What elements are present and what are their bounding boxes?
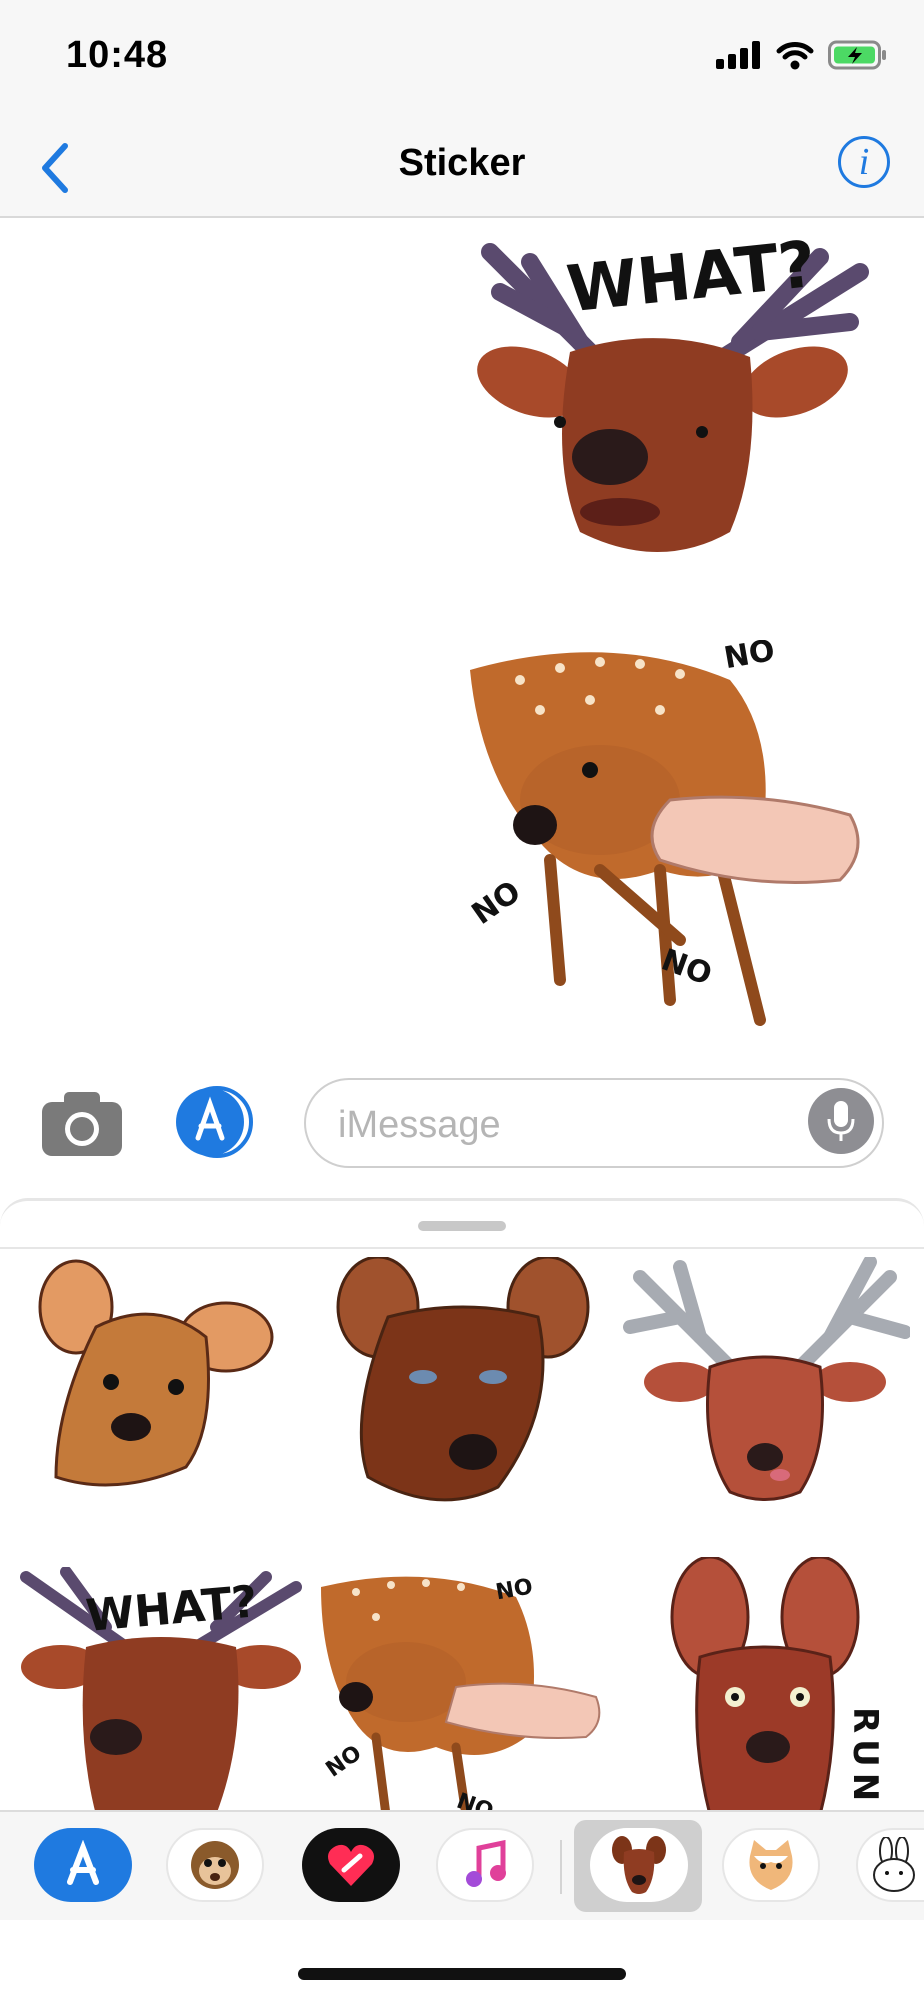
music-icon	[466, 1840, 506, 1887]
animoji-app-button[interactable]	[166, 1828, 264, 1902]
deer-sticker-app-button[interactable]	[590, 1828, 688, 1902]
signal-icon	[716, 41, 760, 69]
app-store-button[interactable]	[172, 1086, 262, 1158]
cat-sticker-app-button[interactable]	[722, 1828, 820, 1902]
app-store-app-button[interactable]	[34, 1828, 132, 1902]
sticker-run-deer[interactable]: RUN	[660, 1557, 900, 1815]
deer-eye	[582, 762, 598, 778]
grid-caption-what: WHAT?	[84, 1576, 259, 1642]
music-app-button[interactable]	[436, 1828, 534, 1902]
app-store-icon	[176, 1086, 253, 1158]
drawer-grabber[interactable]	[418, 1221, 506, 1231]
sticker-no-deer[interactable]: NO NO NO	[316, 1567, 606, 1815]
sent-sticker-what-deer[interactable]: WHAT?	[460, 232, 900, 612]
deer-nose	[513, 805, 557, 845]
status-time: 10:48	[66, 34, 169, 76]
sticker-fawn-face[interactable]	[36, 1257, 276, 1507]
deer-eye-right	[696, 426, 708, 438]
deer-sticker-app-icon	[612, 1836, 666, 1894]
sticker-caption-no-top: NO	[721, 640, 777, 676]
wifi-icon	[776, 42, 814, 70]
deer-muzzle	[572, 429, 648, 485]
grid-caption-no-top: NO	[494, 1574, 535, 1605]
microphone-icon	[827, 1101, 855, 1141]
status-bar: 10:48	[0, 0, 924, 120]
rabbit-sticker-app-button[interactable]	[856, 1828, 924, 1902]
status-icons	[716, 40, 888, 70]
digital-touch-app-button[interactable]	[302, 1828, 400, 1902]
drawer-divider	[0, 1247, 924, 1249]
grid-caption-run: RUN	[845, 1707, 885, 1807]
sticker-stag-tongue[interactable]	[620, 1257, 910, 1507]
app-strip	[0, 1810, 924, 1920]
digital-touch-icon	[328, 1844, 374, 1886]
home-indicator[interactable]	[298, 1968, 626, 1980]
sent-sticker-no-deer[interactable]: NO NO NO	[460, 640, 900, 1040]
grid-caption-no-left: NO	[322, 1741, 367, 1783]
info-button[interactable]: i	[838, 136, 890, 188]
app-store-icon	[67, 1840, 99, 1885]
app-strip-separator	[560, 1840, 562, 1894]
cat-sticker-app-icon	[749, 1840, 793, 1890]
message-input-field[interactable]	[304, 1078, 884, 1168]
camera-button[interactable]	[40, 1090, 124, 1158]
sticker-what-deer[interactable]: WHAT?	[16, 1567, 306, 1815]
sticker-serious-deer[interactable]	[328, 1257, 598, 1517]
sticker-caption-no-left: NO	[466, 874, 528, 932]
message-text-input[interactable]	[336, 1096, 800, 1154]
conversation-title[interactable]: Sticker	[0, 142, 924, 185]
microphone-button[interactable]	[808, 1088, 874, 1154]
rabbit-sticker-app-icon	[873, 1837, 915, 1892]
deer-eye-left	[554, 416, 566, 428]
sticker-drawer: WHAT? NO NO NO RUN	[0, 1198, 924, 1815]
camera-icon	[42, 1092, 122, 1156]
deer-legs	[544, 854, 766, 1026]
animoji-icon	[191, 1841, 239, 1889]
deer-mouth	[580, 498, 660, 526]
navigation-bar: Sticker i	[0, 120, 924, 218]
battery-icon	[828, 40, 886, 70]
